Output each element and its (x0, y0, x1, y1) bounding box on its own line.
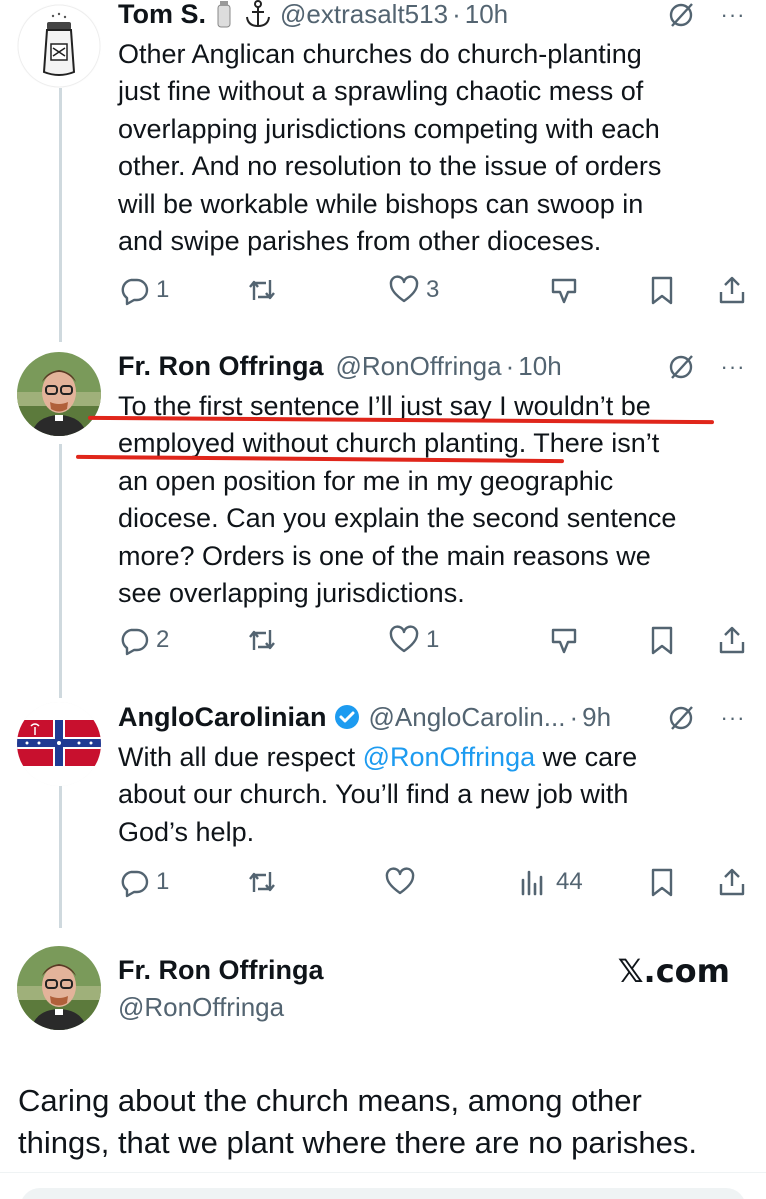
separator-dot: · (569, 701, 579, 732)
separator-dot: · (452, 0, 461, 29)
share-icon (719, 276, 745, 304)
reply-icon (121, 278, 149, 306)
views-icon (521, 870, 543, 896)
views-button[interactable]: 44 (518, 862, 583, 902)
avatar[interactable] (17, 702, 101, 786)
like-button[interactable]: 3 (388, 270, 439, 310)
timestamp[interactable]: 9h (582, 702, 611, 733)
like-button[interactable]: 1 (388, 620, 439, 660)
reply-count: 2 (156, 626, 170, 653)
tweet-text: With all due respect @RonOffringa we car… (118, 742, 638, 847)
handle[interactable]: @RonOffringa (336, 351, 502, 382)
grok-icon[interactable] (666, 352, 696, 382)
retweet-button[interactable] (246, 620, 278, 660)
retweet-icon (249, 630, 275, 650)
downvote-icon (551, 278, 577, 304)
like-count: 3 (426, 276, 440, 303)
share-button[interactable] (716, 862, 748, 902)
reply-button[interactable]: 1 (118, 270, 169, 310)
bookmark-icon (651, 276, 673, 305)
tweet-text: Other Anglican churches do church-planti… (118, 39, 662, 257)
like-button[interactable] (384, 862, 416, 902)
thread-line (59, 444, 62, 698)
separator-dot: · (505, 350, 515, 381)
retweet-icon (249, 280, 275, 300)
tweet-actions: 2 1 (118, 620, 758, 660)
like-count: 1 (426, 626, 440, 653)
reply-count: 1 (156, 276, 170, 303)
reply-count: 1 (156, 868, 170, 895)
thread-line (59, 88, 62, 342)
share-icon (719, 626, 745, 654)
bookmark-icon (651, 626, 673, 655)
more-icon[interactable]: ··· (718, 703, 748, 733)
downvote-icon (551, 628, 577, 654)
share-icon (719, 868, 745, 896)
handle[interactable]: @extrasalt513 (280, 0, 448, 30)
reply-composer[interactable] (20, 1188, 746, 1199)
post-text: Caring about the church means, among oth… (18, 1083, 697, 1160)
like-icon (385, 867, 415, 895)
grok-icon[interactable] (666, 703, 696, 733)
bookmark-icon (651, 868, 673, 897)
mention-link[interactable]: @RonOffringa (363, 742, 536, 772)
share-button[interactable] (716, 620, 748, 660)
avatar[interactable] (17, 4, 101, 88)
retweet-button[interactable] (246, 270, 278, 310)
reply-icon (121, 628, 149, 656)
display-name[interactable]: AngloCarolinian (118, 702, 327, 733)
like-icon (389, 625, 419, 653)
x-logo: 𝕏.com (617, 952, 730, 990)
reply-button[interactable]: 1 (118, 862, 169, 902)
downvote-button[interactable] (548, 620, 580, 660)
divider (0, 1172, 766, 1173)
handle[interactable]: @RonOffringa (118, 992, 284, 1023)
timestamp[interactable]: 10h (465, 0, 508, 30)
more-icon[interactable]: ··· (718, 0, 748, 30)
anchor-icon (244, 0, 272, 29)
retweet-icon (249, 872, 275, 892)
verified-icon (333, 703, 361, 731)
share-button[interactable] (716, 270, 748, 310)
salt-shaker-icon (216, 0, 232, 29)
display-name[interactable]: Fr. Ron Offringa (118, 955, 324, 986)
tweet-actions: 1 3 (118, 270, 758, 310)
reply-icon (121, 870, 149, 898)
tweet-actions: 1 44 (118, 862, 758, 902)
bookmark-button[interactable] (646, 620, 678, 660)
bookmark-button[interactable] (646, 270, 678, 310)
handle[interactable]: @AngloCarolin... (369, 702, 566, 733)
like-icon (389, 275, 419, 303)
display-name[interactable]: Tom S. (118, 0, 206, 30)
timestamp[interactable]: 10h (518, 351, 561, 382)
retweet-button[interactable] (246, 862, 278, 902)
avatar[interactable] (17, 946, 101, 1030)
more-icon[interactable]: ··· (718, 352, 748, 382)
display-name[interactable]: Fr. Ron Offringa (118, 351, 324, 382)
grok-icon[interactable] (666, 0, 696, 30)
view-count: 44 (556, 868, 583, 895)
reply-button[interactable]: 2 (118, 620, 169, 660)
thread-line (59, 770, 62, 928)
downvote-button[interactable] (548, 270, 580, 310)
avatar[interactable] (17, 352, 101, 436)
bookmark-button[interactable] (646, 862, 678, 902)
